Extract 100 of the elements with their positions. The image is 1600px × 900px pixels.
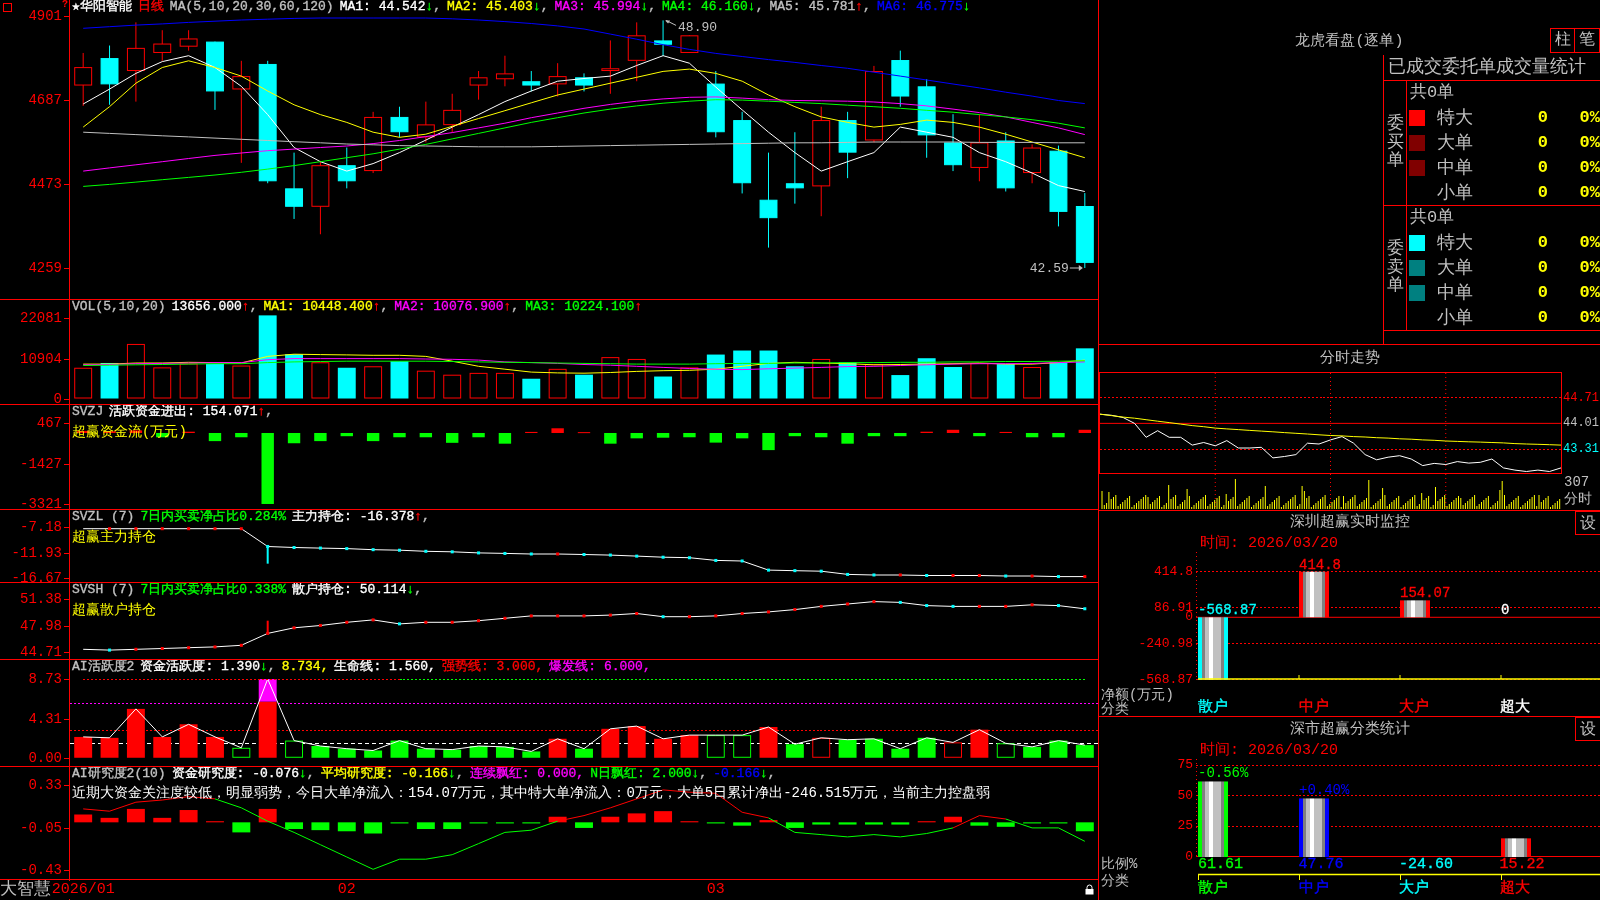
legend-text: 生命线: 1.560, (334, 660, 436, 673)
data-point-marker (134, 527, 138, 531)
settings-button[interactable]: 设 (1575, 717, 1600, 741)
axis-tick-label: 4473 (28, 176, 62, 192)
square-icon[interactable] (3, 3, 12, 12)
order-count: 0 (1536, 281, 1548, 304)
data-point-marker (160, 647, 164, 650)
candlestick (495, 55, 514, 87)
data-point-marker (951, 604, 955, 608)
candlestick (469, 70, 488, 101)
axis-tick-label: -3321 (20, 496, 62, 512)
chart-mode-button[interactable]: 笔 (1575, 28, 1600, 53)
data-point-marker (398, 548, 401, 552)
bar-value-label: 414.8 (1299, 556, 1341, 573)
legend-text: 爆发线: 6.000, (549, 660, 651, 673)
data-point-marker (582, 614, 586, 618)
legend-text: 连续飘红: 0.000, (469, 767, 585, 780)
axis-tick-label: 44.01 (1563, 416, 1599, 430)
change-label: -0.56% (1198, 765, 1249, 782)
data-point-marker (635, 612, 639, 616)
order-count: 0 (1536, 131, 1548, 154)
order-size-label: 大单 (1437, 256, 1474, 279)
data-point-marker (134, 647, 138, 651)
candlestick (337, 147, 356, 189)
axis-title: 分类 (1100, 702, 1129, 716)
legend-text: MA2: 45.403↓, (447, 0, 549, 13)
legend-text: MA(5,10,20,30,60,120) (169, 0, 334, 13)
legend-text: N日飘红: 2.000↓, (590, 767, 708, 780)
legend-text: 8.734, (281, 660, 329, 673)
legend-text: MA1: 44.542↓, (339, 0, 442, 13)
legend-text: 日线 (137, 0, 164, 13)
legend-text: 13656.000↑, (171, 300, 258, 313)
data-point-marker (187, 646, 191, 650)
bar-value-label: 0 (1501, 602, 1510, 619)
axis-tick-label: 414.8 (1154, 564, 1193, 579)
candlestick (153, 29, 172, 62)
data-point-marker (767, 610, 770, 614)
axis-tick-label: 8.73 (28, 671, 62, 687)
chart-mode-button[interactable]: 柱 (1550, 28, 1575, 53)
order-count: 0 (1536, 256, 1548, 279)
data-point-marker (1056, 604, 1060, 608)
help-mark[interactable]: ? (62, 0, 68, 10)
axis-title: 净额(万元) (1100, 688, 1175, 702)
data-point-marker (740, 559, 744, 563)
data-point-marker (266, 631, 270, 635)
candlestick (179, 29, 198, 52)
order-size-label: 小单 (1437, 306, 1474, 329)
data-point-marker (793, 569, 797, 573)
axis-tick-label: 0 (53, 391, 62, 406)
legend-text: 7日内买卖净占比0.284% (140, 510, 287, 523)
order-count: 0 (1536, 156, 1548, 179)
data-point-marker (846, 602, 850, 606)
candlestick (706, 70, 725, 138)
candlestick (522, 70, 541, 92)
category-value-label: 61.61 (1198, 857, 1243, 873)
settings-button[interactable]: 设 (1575, 511, 1600, 535)
order-count: 0 (1536, 106, 1548, 129)
data-point-marker (503, 616, 507, 620)
order-share: 0% (1578, 181, 1600, 204)
legend-text: MA2: 10076.900↑, (394, 300, 520, 313)
legend-text: MA6: 46.775↓ (876, 0, 971, 13)
candlestick (285, 152, 303, 220)
legend-text: -0.166↓, (713, 767, 776, 780)
legend-text: SVZJ (72, 405, 104, 418)
axis-tick-label: 4687 (28, 92, 62, 108)
data-point-marker (187, 527, 191, 531)
legend-text: 7日内买卖净占比0.338% (140, 583, 287, 596)
annotation: 42.59 (1029, 261, 1069, 276)
data-point-marker (977, 604, 981, 608)
data-point-marker (687, 615, 691, 619)
legend-text: ★华阳智能 (72, 0, 132, 13)
category-label: 中户 (1298, 881, 1329, 897)
data-point-marker (292, 626, 296, 630)
order-total: 共0单 (1409, 82, 1455, 104)
indicator-subtitle: 超赢散户持仓 (72, 603, 156, 618)
candlestick (575, 72, 593, 92)
lock-icon[interactable] (1085, 884, 1094, 895)
axis-tick-label: 0.33 (28, 777, 62, 793)
data-point-marker (872, 600, 876, 604)
data-point-marker (767, 568, 770, 572)
data-point-marker (793, 608, 797, 612)
axis-tick-label: 44.71 (1563, 391, 1599, 405)
data-point-marker (872, 573, 876, 577)
data-point-marker (213, 527, 217, 531)
chart-mode-label: 分时 (1563, 491, 1593, 508)
order-share: 0% (1578, 106, 1600, 129)
order-size-label: 中单 (1437, 281, 1474, 304)
order-size-label: 大单 (1437, 131, 1474, 154)
annotation: 48.90 (678, 20, 718, 36)
data-point-marker (1083, 607, 1087, 611)
data-point-marker (1083, 575, 1087, 579)
candlestick (206, 41, 224, 111)
timestamp-label: 时间: 2026/03/20 (1199, 535, 1340, 552)
data-point-marker (608, 553, 612, 557)
data-point-marker (424, 620, 428, 624)
axis-tick-label: 50 (1177, 788, 1193, 803)
data-point-marker (398, 622, 401, 626)
legend-text: 活跃资金进出: 154.071↑, (109, 405, 274, 418)
data-point-marker (608, 613, 612, 617)
data-point-marker (318, 623, 322, 627)
